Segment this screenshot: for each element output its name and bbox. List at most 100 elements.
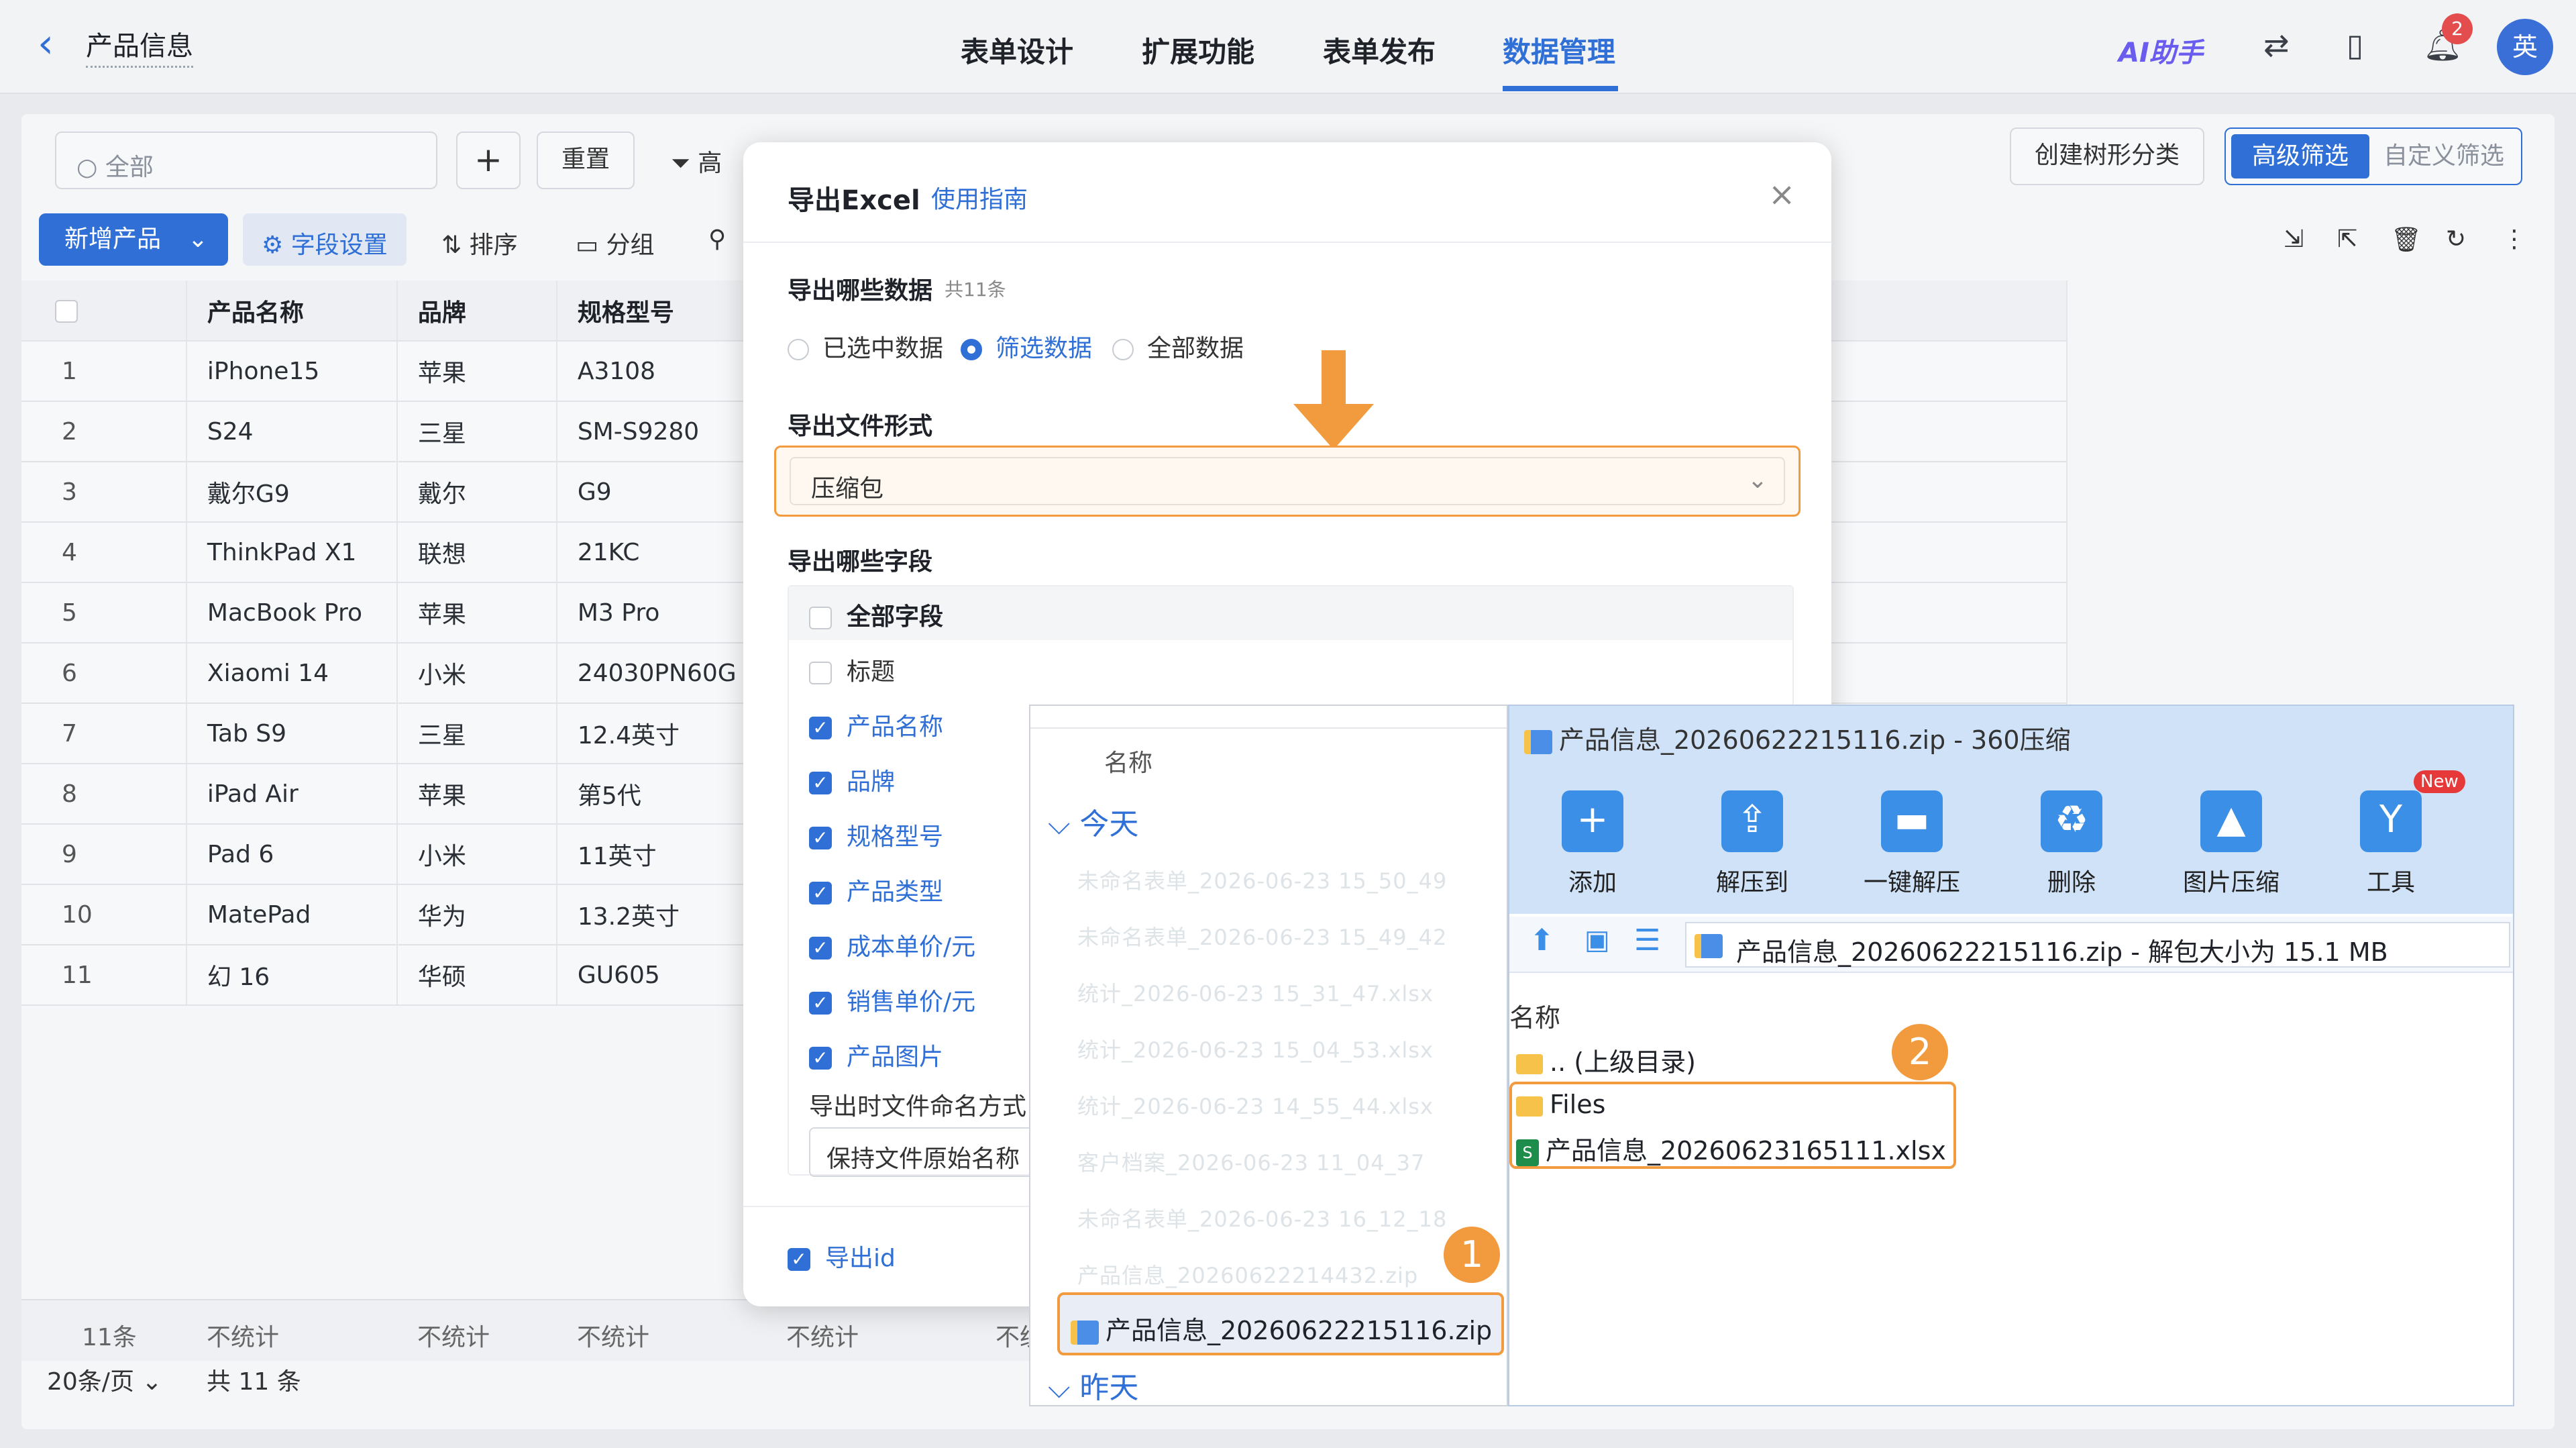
brand-cell: 戴尔	[396, 462, 557, 523]
ai-assistant-button[interactable]: AI助手	[2118, 31, 2203, 70]
radio-icon	[788, 339, 809, 360]
file-row-blurred[interactable]: 产品信息_20260622214432.zip	[1077, 1259, 1418, 1290]
file-row-blurred[interactable]: 未命名表单_2026-06-23 15_49_42	[1077, 921, 1447, 951]
tab-form-design[interactable]: 表单设计	[961, 30, 1073, 70]
image-compress-button[interactable]: ▲ 图片压缩	[2164, 790, 2298, 898]
checkbox-icon	[809, 662, 832, 684]
summary-stat[interactable]: 不统计	[577, 1318, 649, 1353]
up-arrow-icon[interactable]: ⬆	[1529, 923, 1554, 958]
option-all-data[interactable]: 全部数据	[1112, 329, 1244, 364]
one-click-extract-button[interactable]: ▬ 一键解压	[1845, 790, 1979, 898]
sort-button[interactable]: ⇅ 排序	[441, 225, 518, 260]
option-selected-data[interactable]: 已选中数据	[788, 329, 943, 364]
column-header[interactable]: 规格型号	[556, 280, 767, 342]
delete-icon[interactable]: 🗑︎	[2391, 225, 2422, 254]
filter-toggle: 高级筛选 自定义筛选	[2224, 127, 2522, 185]
folder-row-files[interactable]: Files	[1516, 1090, 1605, 1119]
window-title: 产品信息_20260622215116.zip - 360压缩	[1524, 719, 2071, 756]
delete-tool-button[interactable]: ♻ 删除	[2004, 790, 2139, 898]
column-name-header[interactable]: 名称	[1104, 743, 1152, 778]
translate-icon[interactable]: ⇄	[2263, 27, 2290, 63]
tab-extensions[interactable]: 扩展功能	[1142, 30, 1254, 70]
more-icon[interactable]: ⋮	[2502, 225, 2526, 253]
option-filtered-data[interactable]: 筛选数据	[961, 329, 1092, 364]
close-icon[interactable]: ×	[1768, 176, 1795, 213]
view-icon[interactable]: ▣	[1585, 925, 1610, 955]
add-filter-button[interactable]: +	[456, 132, 521, 189]
file-row-blurred[interactable]: 未命名表单_2026-06-23 16_12_18	[1077, 1202, 1447, 1233]
column-header[interactable]: 品牌	[396, 280, 557, 342]
new-product-label: 新增产品	[64, 225, 162, 253]
tab-data-management[interactable]: 数据管理	[1503, 30, 1615, 70]
column-header[interactable]: 产品名称	[186, 280, 398, 342]
row-number: 4	[21, 522, 187, 583]
tab-publish[interactable]: 表单发布	[1323, 30, 1436, 70]
select-all-cell[interactable]	[21, 280, 187, 342]
group-button[interactable]: ▭ 分组	[576, 225, 654, 260]
filter-button[interactable]: ⏷ 高	[671, 144, 722, 178]
avatar[interactable]: 英	[2497, 19, 2553, 75]
file-row-blurred[interactable]: 统计_2026-06-23 15_04_53.xlsx	[1077, 1033, 1434, 1064]
field-checkbox[interactable]: ✓ 产品类型	[809, 872, 943, 907]
summary-stat[interactable]: 不统计	[207, 1318, 279, 1353]
create-tree-button[interactable]: 创建树形分类	[2010, 127, 2204, 185]
parent-dir-row[interactable]: .. (上级目录)	[1516, 1041, 1696, 1078]
pin-icon[interactable]: ⚲	[708, 225, 726, 253]
refresh-icon[interactable]: ↻	[2446, 225, 2466, 253]
tool-label: 解压到	[1715, 869, 1788, 896]
check-icon: ✓	[809, 717, 832, 739]
field-checkbox[interactable]: ✓ 成本单价/元	[809, 927, 975, 962]
summary-stat[interactable]: 不统计	[786, 1318, 859, 1353]
guide-link[interactable]: 使用指南	[931, 180, 1028, 215]
group-today[interactable]: ⌵ 今天	[1048, 800, 1138, 843]
summary-stat[interactable]: 不统计	[417, 1318, 490, 1353]
tools-button[interactable]: Y 工具	[2324, 790, 2458, 898]
list-header-bar	[1030, 706, 1507, 729]
field-settings-button[interactable]: ⚙ 字段设置	[243, 213, 407, 266]
file-row-blurred[interactable]: 统计_2026-06-23 14_55_44.xlsx	[1077, 1090, 1434, 1121]
reset-button[interactable]: 重置	[537, 132, 635, 189]
format-select[interactable]: 压缩包 ⌄	[790, 457, 1785, 505]
extract-to-button[interactable]: ⇪ 解压到	[1685, 790, 1819, 898]
field-checkbox[interactable]: 全部字段	[809, 597, 943, 632]
record-count: 共11条	[945, 278, 1006, 301]
page-size-select[interactable]: 20条/页 ⌄	[47, 1362, 162, 1397]
add-tool-button[interactable]: + 添加	[1525, 790, 1660, 898]
book-icon[interactable]: ▯	[2347, 27, 2363, 63]
select-all-checkbox[interactable]	[55, 300, 78, 323]
field-checkbox[interactable]: ✓ 销售单价/元	[809, 982, 975, 1017]
advanced-filter-button[interactable]: 高级筛选	[2231, 134, 2369, 178]
model-cell: SM-S9280	[556, 401, 767, 462]
export-id-checkbox[interactable]: ✓ 导出id	[788, 1239, 896, 1274]
page-title[interactable]: 产品信息	[86, 24, 193, 68]
brand-cell: 华为	[396, 884, 557, 945]
list-view-icon[interactable]: ☰	[1634, 923, 1660, 958]
model-cell: G9	[556, 462, 767, 523]
field-checkbox[interactable]: ✓ 产品名称	[809, 707, 943, 742]
field-checkbox[interactable]: ✓ 规格型号	[809, 817, 943, 852]
export-icon[interactable]: ⇱	[2337, 225, 2357, 253]
file-row-blurred[interactable]: 统计_2026-06-23 15_31_47.xlsx	[1077, 977, 1434, 1008]
divider	[743, 242, 1831, 243]
chevron-left-icon[interactable]: ‹	[38, 20, 54, 67]
field-checkbox[interactable]: ✓ 产品图片	[809, 1037, 943, 1072]
selected-zip-file[interactable]: 产品信息_20260622215116.zip	[1057, 1292, 1504, 1355]
search-input[interactable]: ○ 全部	[55, 132, 437, 189]
total-count: 共 11 条	[207, 1368, 301, 1396]
field-checkbox[interactable]: ✓ 品牌	[809, 762, 895, 797]
file-row-blurred[interactable]: 客户档案_2026-06-23 11_04_37	[1077, 1146, 1425, 1177]
field-checkbox[interactable]: 标题	[809, 652, 895, 687]
brand-cell: 小米	[396, 643, 557, 704]
row-number: 8	[21, 764, 187, 825]
import-icon[interactable]: ⇲	[2284, 225, 2304, 253]
tools-icon: Y	[2360, 790, 2422, 852]
file-row-blurred[interactable]: 未命名表单_2026-06-23 15_50_49	[1077, 864, 1447, 895]
field-label: 产品图片	[847, 1043, 944, 1071]
dialog-title: 导出Excel	[788, 185, 920, 216]
column-name-header[interactable]: 名称	[1509, 997, 1560, 1034]
new-product-button[interactable]: 新增产品 ⌄	[39, 213, 228, 266]
xlsx-file-row[interactable]: S 产品信息_20260623165111.xlsx	[1516, 1130, 1946, 1167]
group-yesterday[interactable]: ⌵ 昨天	[1048, 1363, 1138, 1406]
chevron-down-icon: ⌄	[187, 225, 208, 253]
custom-filter-button[interactable]: 自定义筛选	[2375, 134, 2513, 178]
